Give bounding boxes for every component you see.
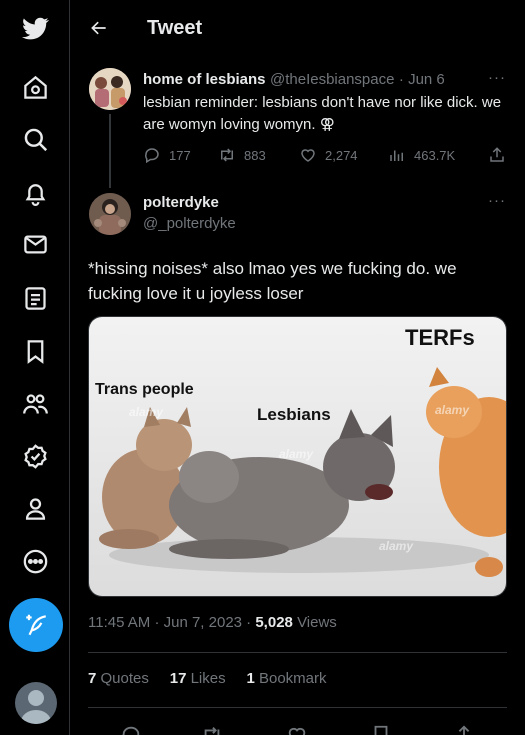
nav-communities[interactable] <box>9 378 61 430</box>
original-date[interactable]: · Jun 6 <box>399 71 445 88</box>
retweet-count: 883 <box>244 147 266 163</box>
original-author-avatar[interactable] <box>89 68 131 110</box>
original-tweet-actions: 177 883 2,274 463.7K <box>143 146 508 168</box>
nav-profile[interactable] <box>9 482 61 534</box>
nav-verified[interactable] <box>9 430 61 482</box>
heart-icon <box>301 149 315 162</box>
arrow-left-icon <box>91 21 106 35</box>
nav-lists[interactable] <box>9 272 61 324</box>
retweet-icon[interactable] <box>201 724 223 735</box>
reply-count: 177 <box>169 147 191 163</box>
meme-label-trans-people: Trans people <box>95 381 194 398</box>
nav-messages[interactable] <box>9 218 61 270</box>
retweet-icon <box>221 148 233 162</box>
reply-author-name-row: polterdyke <box>143 194 219 212</box>
account-avatar[interactable] <box>15 682 57 724</box>
tweet-views-label: Views <box>297 614 337 631</box>
watermark: alamy <box>379 539 414 553</box>
reply-tweet-actions <box>88 716 507 735</box>
bookmarks-stat[interactable]: 1 Bookmark <box>246 670 326 687</box>
share-icon <box>490 147 504 162</box>
original-handle[interactable]: @theIesbianspace <box>270 71 394 88</box>
profile-icon <box>25 497 45 520</box>
share-icon[interactable] <box>453 724 475 735</box>
views-action[interactable]: 463.7K <box>388 146 455 164</box>
nav-more[interactable] <box>9 535 61 587</box>
lists-icon <box>24 286 46 310</box>
mail-icon <box>23 235 47 253</box>
reply-icon <box>145 148 159 164</box>
nav-explore[interactable] <box>9 113 61 165</box>
tweet-media-image[interactable]: Trans people Lesbians TERFs alamy alamy … <box>88 316 507 597</box>
page-title: Tweet <box>147 16 203 39</box>
heart-icon[interactable] <box>286 724 308 735</box>
reply-author-avatar[interactable] <box>89 193 131 235</box>
home-icon <box>23 75 47 99</box>
reply-handle[interactable]: @_polterdyke <box>143 215 236 232</box>
tweet-views-count: 5,028 <box>255 614 293 631</box>
twitter-bird-icon <box>21 17 49 39</box>
compose-tweet-button[interactable] <box>9 598 63 652</box>
nav-home[interactable] <box>9 61 61 113</box>
original-tweet-header: home of lesbians @theIesbianspace · Jun … <box>143 71 445 89</box>
tweet-engagement-stats: 7 Quotes 17 Likes 1 Bookmark <box>88 670 327 687</box>
compose-icon <box>26 614 46 636</box>
original-tweet-text: lesbian reminder: lesbians don't have no… <box>143 94 502 133</box>
tweet-date[interactable]: · Jun 7, 2023 · <box>154 614 251 631</box>
quotes-stat[interactable]: 7 Quotes <box>88 670 149 687</box>
watermark: alamy <box>129 405 164 419</box>
meme-label-lesbians: Lesbians <box>257 405 331 424</box>
reply-icon[interactable] <box>120 724 142 735</box>
back-button[interactable] <box>71 0 127 56</box>
tweet-time[interactable]: 11:45 AM <box>88 614 150 631</box>
nav-notifications[interactable] <box>9 166 61 218</box>
original-display-name[interactable]: home of lesbians <box>143 71 266 88</box>
reply-display-name[interactable]: polterdyke <box>143 194 219 211</box>
tweet-timestamp-row: 11:45 AM · Jun 7, 2023 · 5,028 Views <box>88 614 337 631</box>
communities-icon <box>22 393 48 414</box>
twitter-logo-link[interactable] <box>9 2 61 54</box>
divider <box>88 707 507 708</box>
bell-icon <box>25 183 45 206</box>
more-icon <box>23 549 47 573</box>
page-header: Tweet <box>71 0 525 56</box>
bookmarks-icon <box>27 339 43 364</box>
sidebar-nav <box>0 0 70 735</box>
reply-tweet-text: *hissing noises* also lmao yes we fuckin… <box>88 259 457 303</box>
original-more-button[interactable]: ··· <box>488 69 506 86</box>
share-action[interactable] <box>488 146 506 164</box>
views-count: 463.7K <box>414 147 456 163</box>
watermark: alamy <box>279 447 314 461</box>
meme-label-terfs: TERFs <box>405 325 475 350</box>
likes-stat[interactable]: 17 Likes <box>170 670 226 687</box>
search-icon <box>24 128 47 151</box>
reply-more-button[interactable]: ··· <box>488 192 506 209</box>
thread-connector-line <box>109 114 111 188</box>
nav-bookmarks[interactable] <box>9 325 61 377</box>
analytics-icon <box>390 150 403 161</box>
verified-icon <box>23 443 47 469</box>
like-count: 2,274 <box>325 147 358 163</box>
retweet-action[interactable]: 883 <box>218 146 266 164</box>
like-action[interactable]: 2,274 <box>299 146 358 164</box>
bookmark-icon[interactable] <box>370 724 392 735</box>
divider <box>88 652 507 653</box>
reply-action[interactable]: 177 <box>143 146 191 164</box>
watermark: alamy <box>435 403 470 417</box>
